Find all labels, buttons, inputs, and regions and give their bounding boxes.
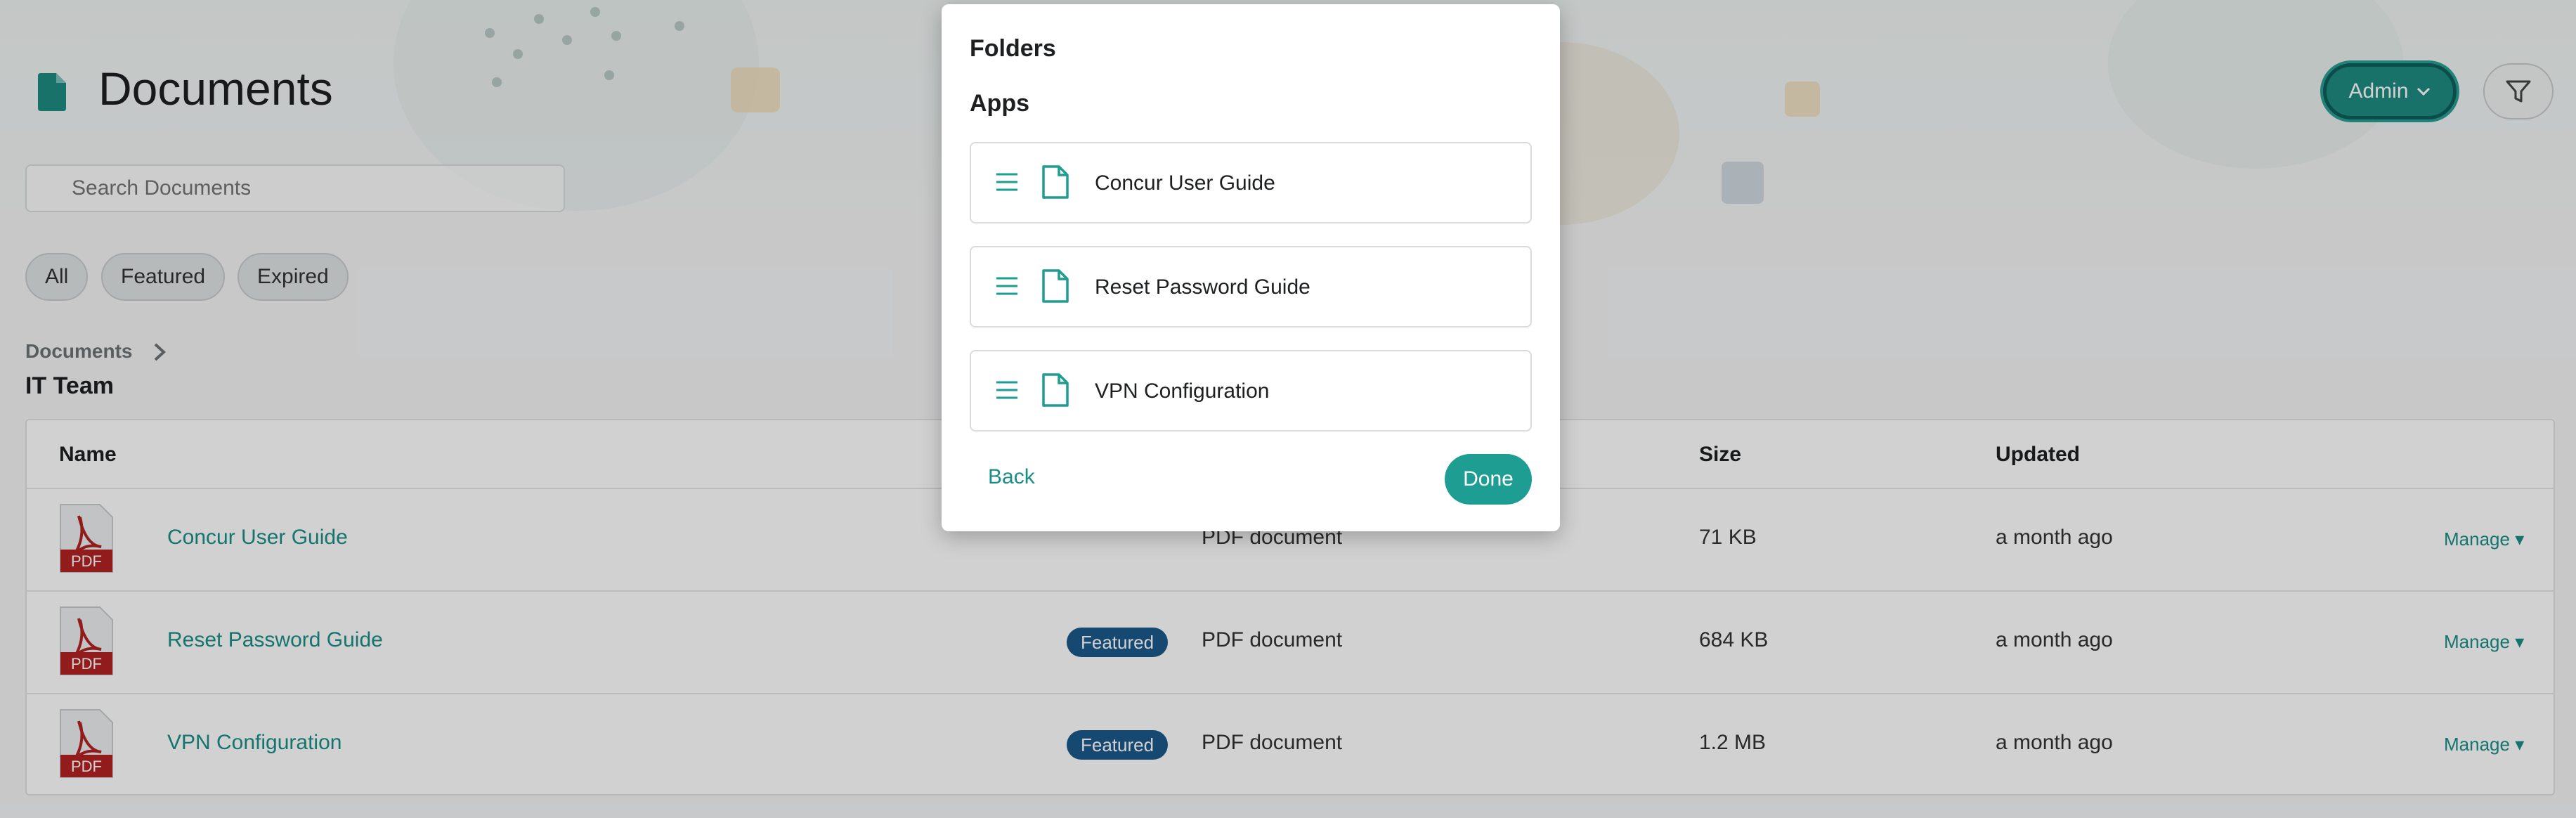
apps-heading: Apps — [970, 90, 1029, 117]
done-button[interactable]: Done — [1445, 454, 1532, 505]
drag-handle-icon[interactable] — [995, 378, 1019, 402]
drag-handle-icon[interactable] — [995, 170, 1019, 194]
app-list-item[interactable]: VPN Configuration — [970, 350, 1532, 431]
file-icon — [1042, 373, 1069, 407]
app-item-label: VPN Configuration — [1095, 379, 1270, 403]
reorder-modal: Folders Apps Concur User Guide Reset Pas… — [942, 4, 1560, 531]
app-list-item[interactable]: Reset Password Guide — [970, 246, 1532, 327]
app-list-item[interactable]: Concur User Guide — [970, 142, 1532, 223]
file-icon — [1042, 269, 1069, 303]
file-icon — [1042, 165, 1069, 199]
drag-handle-icon[interactable] — [995, 274, 1019, 298]
app-item-label: Reset Password Guide — [1095, 275, 1310, 299]
folders-heading: Folders — [970, 35, 1056, 62]
app-item-label: Concur User Guide — [1095, 171, 1275, 195]
back-button[interactable]: Back — [988, 465, 1035, 489]
